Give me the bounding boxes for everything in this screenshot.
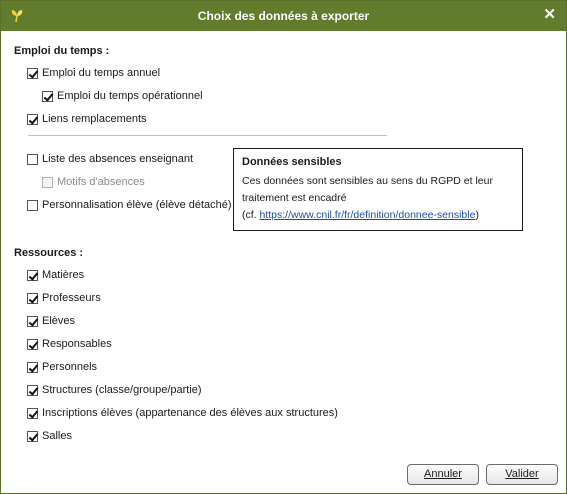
- separator: [28, 135, 387, 136]
- tooltip-prefix: (cf.: [242, 209, 260, 221]
- checkbox-inscriptions-eleves[interactable]: Inscriptions élèves (appartenance des él…: [27, 405, 338, 421]
- checkbox-label: Emploi du temps annuel: [42, 67, 161, 79]
- checkbox-box[interactable]: [27, 430, 38, 442]
- close-icon[interactable]: ✕: [543, 7, 556, 23]
- checkbox-responsables[interactable]: Responsables: [27, 336, 112, 352]
- cancel-button[interactable]: Annuler: [407, 464, 479, 485]
- export-dialog: Choix des données à exporter ✕ Emploi du…: [0, 0, 567, 494]
- validate-button[interactable]: Valider: [486, 464, 558, 485]
- checkbox-personnalisation-eleve[interactable]: Personnalisation élève (élève détaché): [27, 197, 232, 213]
- dialog-title: Choix des données à exporter: [197, 9, 370, 23]
- tooltip-suffix: ): [475, 209, 479, 221]
- checkbox-label: Matières: [42, 269, 85, 281]
- tooltip-reference: (cf. https://www.cnil.fr/fr/definition/d…: [242, 207, 514, 224]
- checkbox-label: Liens remplacements: [42, 113, 147, 125]
- cnil-link[interactable]: https://www.cnil.fr/fr/definition/donnee…: [260, 209, 476, 221]
- tooltip-body: Ces données sont sensibles au sens du RG…: [242, 173, 514, 224]
- checkbox-box[interactable]: [27, 153, 38, 165]
- checkbox-professeurs[interactable]: Professeurs: [27, 290, 101, 306]
- checkbox-box[interactable]: [27, 315, 38, 327]
- checkbox-label: Motifs d'absences: [57, 176, 145, 188]
- tooltip-line: Ces données sont sensibles au sens du RG…: [242, 175, 493, 187]
- tooltip-title: Données sensibles: [242, 156, 342, 168]
- checkbox-box[interactable]: [42, 90, 53, 102]
- checkbox-label: Personnalisation élève (élève détaché): [42, 199, 232, 211]
- checkbox-salles[interactable]: Salles: [27, 428, 72, 444]
- checkbox-eleves[interactable]: Elèves: [27, 313, 75, 329]
- checkbox-personnels[interactable]: Personnels: [27, 359, 97, 375]
- checkbox-label: Professeurs: [42, 292, 101, 304]
- title-bar: Choix des données à exporter ✕: [1, 1, 566, 31]
- checkbox-label: Structures (classe/groupe/partie): [42, 384, 202, 396]
- checkbox-label: Personnels: [42, 361, 98, 373]
- checkbox-matieres[interactable]: Matières: [27, 267, 84, 283]
- validate-button-label: Valider: [505, 468, 539, 480]
- checkbox-label: Emploi du temps opérationnel: [57, 90, 203, 102]
- checkbox-motifs-absences: Motifs d'absences: [42, 174, 145, 190]
- checkbox-box[interactable]: [27, 269, 38, 281]
- checkbox-emploi-annuel[interactable]: Emploi du temps annuel: [27, 65, 160, 81]
- checkbox-box[interactable]: [27, 292, 38, 304]
- sensitive-data-tooltip: Données sensibles Ces données sont sensi…: [233, 148, 523, 231]
- checkbox-label: Liste des absences enseignant: [42, 153, 194, 165]
- cancel-button-label: Annuler: [424, 468, 462, 480]
- checkbox-label: Salles: [42, 430, 72, 442]
- checkbox-box[interactable]: [27, 113, 38, 125]
- checkbox-label: Responsables: [42, 338, 112, 350]
- checkbox-label: Inscriptions élèves (appartenance des él…: [42, 407, 338, 419]
- checkbox-absences-enseignant[interactable]: Liste des absences enseignant: [27, 151, 193, 167]
- checkbox-box[interactable]: [27, 338, 38, 350]
- tooltip-line: traitement est encadré: [242, 192, 347, 204]
- checkbox-box: [42, 176, 53, 188]
- checkbox-box[interactable]: [27, 199, 38, 211]
- checkbox-box[interactable]: [27, 361, 38, 373]
- checkbox-box[interactable]: [27, 67, 38, 79]
- checkbox-liens-remplacements[interactable]: Liens remplacements: [27, 111, 147, 127]
- emploi-heading: Emploi du temps :: [14, 45, 110, 57]
- checkbox-structures[interactable]: Structures (classe/groupe/partie): [27, 382, 202, 398]
- checkbox-label: Elèves: [42, 315, 76, 327]
- checkbox-emploi-operationnel[interactable]: Emploi du temps opérationnel: [42, 88, 203, 104]
- checkbox-box[interactable]: [27, 384, 38, 396]
- checkbox-box[interactable]: [27, 407, 38, 419]
- ressources-heading: Ressources :: [14, 247, 84, 259]
